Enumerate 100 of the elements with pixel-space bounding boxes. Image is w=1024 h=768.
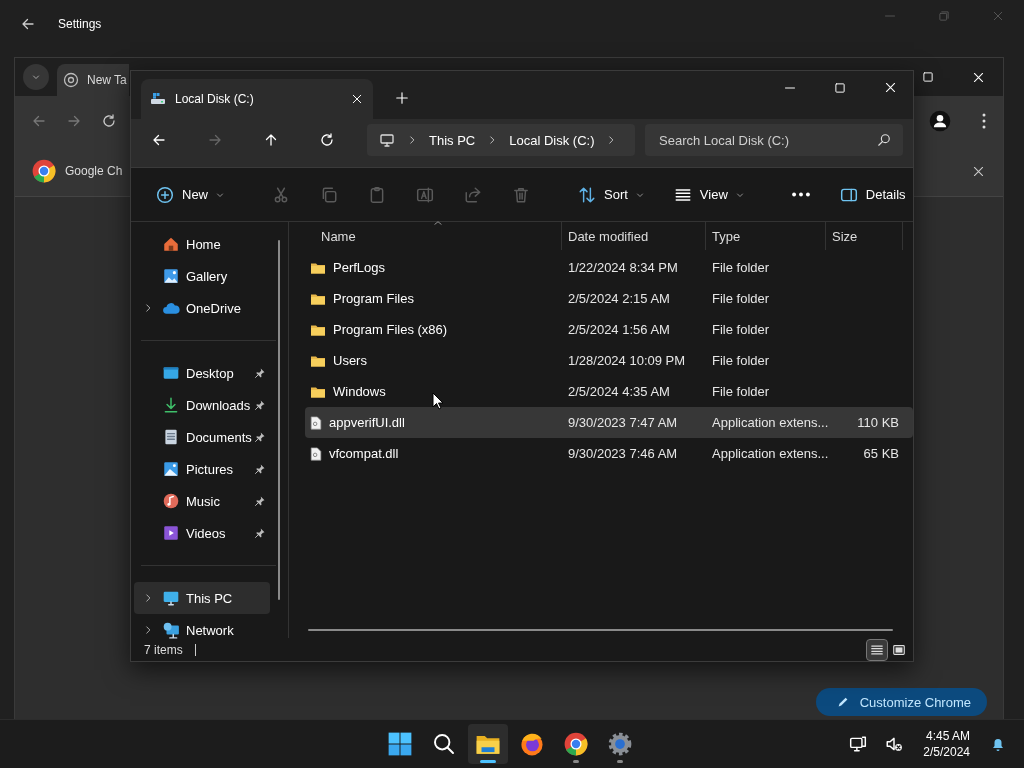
sidebar-item[interactable]: OneDrive — [134, 292, 270, 324]
time-text: 4:45 AM — [925, 728, 970, 744]
bookmark-link[interactable]: Google Ch — [31, 156, 123, 186]
date-cell-text: 2/5/2024 2:15 AM — [567, 291, 671, 306]
breadcrumb-item[interactable]: This PC — [429, 132, 476, 148]
caret-icon — [735, 190, 744, 199]
clipboard-icon — [368, 185, 386, 204]
file-row[interactable]: PerfLogs 1/22/2024 8:34 PM File folder — [305, 252, 913, 283]
pin-icon — [254, 527, 266, 539]
chrome-icon — [31, 158, 57, 184]
browser-tab[interactable]: New Ta — [57, 64, 129, 96]
rename-icon — [416, 185, 434, 204]
file-name: Program Files (x86) — [333, 322, 448, 337]
type-cell-text: File folder — [711, 384, 771, 399]
file-row[interactable]: vfcompat.dll 9/30/2023 7:46 AM Application extens... 65 KB — [305, 438, 913, 469]
breadcrumb-item[interactable]: Local Disk (C:) — [509, 132, 595, 148]
back-icon — [20, 16, 36, 32]
caret-icon — [635, 190, 644, 199]
refresh-icon — [319, 132, 335, 148]
size-cell-text: 110 KB — [856, 415, 900, 430]
pin-icon — [254, 367, 266, 379]
date-cell-text: 9/30/2023 7:47 AM — [567, 415, 679, 430]
tiles-view-icon — [892, 642, 906, 657]
home-icon — [162, 235, 180, 253]
trash-icon — [512, 185, 530, 204]
file-icon — [309, 445, 323, 462]
close-icon — [884, 81, 897, 94]
sidebar-item[interactable]: Home — [134, 228, 270, 260]
file-name: Users — [333, 353, 367, 368]
pin-icon — [254, 463, 266, 475]
date-text: 2/5/2024 — [923, 744, 970, 760]
globe-icon — [63, 72, 79, 88]
toolbar-menu-button[interactable]: Sort — [571, 179, 651, 210]
chevron-right-icon — [143, 593, 153, 603]
sidebar-item[interactable]: Documents — [134, 421, 270, 453]
toolbar-menu-button[interactable]: View — [666, 179, 751, 210]
window-title: Settings — [58, 17, 102, 31]
speaker-muted-icon — [885, 735, 904, 753]
copy-icon — [320, 185, 338, 204]
column-header[interactable]: Date modified — [568, 228, 649, 244]
plus-icon — [395, 91, 409, 105]
customize-button[interactable]: Customize Chrome — [815, 688, 987, 716]
sidebar-item[interactable]: Gallery — [134, 260, 270, 292]
type-cell-text: File folder — [711, 322, 771, 337]
date-cell-text: 2/5/2024 1:56 AM — [567, 322, 671, 337]
search-icon — [877, 133, 891, 147]
file-name: appverifUI.dll — [329, 415, 405, 430]
file-row[interactable]: appverifUI.dll 9/30/2023 7:47 AM Application extens... 110 KB — [305, 407, 913, 438]
file-name: vfcompat.dll — [329, 446, 399, 461]
pin-icon — [254, 495, 266, 507]
file-name: PerfLogs — [333, 260, 386, 275]
file-row[interactable]: Users 1/28/2024 10:09 PM File folder — [305, 345, 913, 376]
music-icon — [162, 492, 180, 510]
chevron-right-icon — [407, 135, 417, 145]
column-header[interactable]: Size — [832, 228, 858, 244]
maximize-icon — [834, 81, 846, 94]
type-cell-text: Application extens... — [711, 415, 826, 430]
sidebar-item[interactable]: Music — [134, 485, 270, 517]
clock[interactable]: 4:45 AM 2/5/2024 — [923, 728, 970, 760]
file-row[interactable]: Program Files (x86) 2/5/2024 1:56 AM File folder — [305, 314, 913, 345]
sort-caret-icon — [433, 220, 443, 226]
caret-icon — [32, 73, 40, 81]
sidebar-item[interactable]: This PC — [134, 582, 270, 614]
file-row[interactable]: Program Files 2/5/2024 2:15 AM File folder — [305, 283, 913, 314]
back-icon — [151, 132, 167, 148]
date-cell-text: 2/5/2024 4:35 AM — [567, 384, 671, 399]
details-view-button[interactable] — [867, 639, 887, 660]
sidebar-item[interactable]: Downloads — [134, 389, 270, 421]
scrollbar[interactable] — [308, 629, 893, 631]
taskbar-app[interactable] — [468, 724, 508, 764]
details-button[interactable]: Details — [832, 179, 913, 210]
person-icon — [929, 110, 951, 132]
file-row[interactable]: Windows 2/5/2024 4:35 AM File folder — [305, 376, 913, 407]
toolbar-menu-button[interactable]: New — [149, 179, 231, 210]
file-name: Program Files — [333, 291, 414, 306]
type-cell-text: File folder — [711, 291, 771, 306]
date-cell-text: 9/30/2023 7:46 AM — [567, 446, 679, 461]
address-bar[interactable]: This PC Local Disk (C:) — [367, 124, 635, 156]
file-icon — [309, 414, 323, 431]
explorer-tab[interactable]: Local Disk (C:) — [141, 79, 373, 119]
column-header[interactable]: Type — [712, 228, 741, 244]
document-icon — [162, 428, 180, 446]
gear-icon — [607, 731, 633, 757]
scrollbar[interactable] — [278, 240, 280, 600]
bell-icon — [990, 736, 1006, 752]
sidebar-item[interactable]: Desktop — [134, 357, 270, 389]
file-name: Windows — [333, 384, 386, 399]
sidebar-item[interactable]: Videos — [134, 517, 270, 549]
kebab-icon — [981, 112, 987, 130]
column-header[interactable]: Name — [321, 228, 356, 244]
caret-icon — [216, 190, 224, 199]
more-icon — [791, 192, 810, 197]
monitor-icon — [379, 132, 395, 148]
sidebar-item[interactable]: Pictures — [134, 453, 270, 485]
up-arrow-icon — [263, 132, 279, 148]
scissors-icon — [272, 185, 290, 204]
maximize-icon — [922, 71, 934, 83]
refresh-icon — [101, 113, 117, 129]
chrome-icon — [563, 731, 589, 757]
search-field[interactable]: Search Local Disk (C:) — [645, 124, 903, 156]
